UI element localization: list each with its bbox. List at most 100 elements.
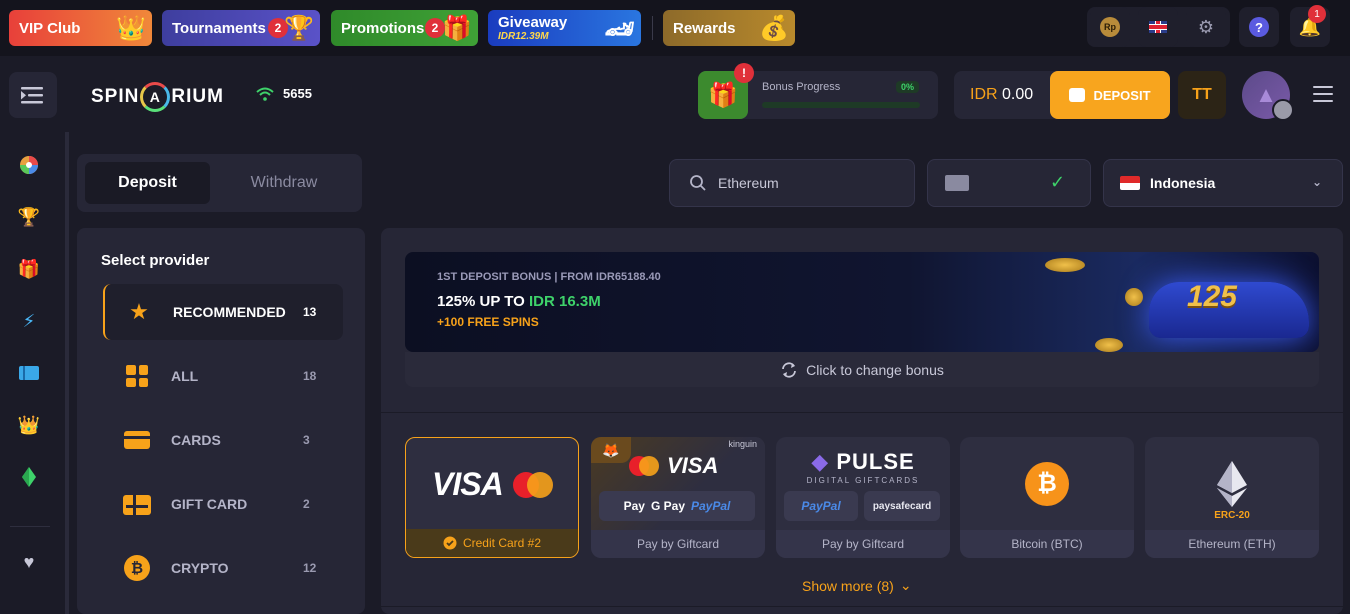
provider-all[interactable]: ALL 18: [103, 348, 343, 404]
currency-button[interactable]: Rp: [1090, 7, 1130, 47]
notifications-button[interactable]: 🔔 1: [1290, 5, 1330, 47]
heart-icon: ♥: [23, 551, 35, 572]
provider-title: Select provider: [101, 252, 210, 269]
promotions-button[interactable]: Promotions 2 🎁: [331, 10, 478, 46]
country-name: Indonesia: [1150, 175, 1216, 191]
notification-badge: 1: [1308, 5, 1326, 23]
grid-icon: [126, 365, 148, 387]
pulse-logo: ◆ PULSE: [811, 449, 915, 474]
language-button[interactable]: [1138, 7, 1178, 47]
bonus-subtitle: 1ST DEPOSIT BONUS | FROM IDR65188.40: [437, 271, 661, 283]
bonus-gift-tile[interactable]: 🎁 !: [698, 63, 754, 119]
alert-badge: !: [734, 63, 754, 83]
deposit-button[interactable]: DEPOSIT: [1050, 71, 1170, 119]
payment-method-giftcard-pulse[interactable]: ◆ PULSE DIGITAL GIFTCARDS PayPal paysafe…: [776, 437, 950, 558]
currency-icon: Rp: [1100, 17, 1120, 37]
gift-icon: 🎁: [708, 81, 738, 109]
gear-icon: ⚙: [1197, 16, 1215, 37]
giveaway-button[interactable]: Giveaway IDR12.39M 🏎: [488, 10, 641, 46]
site-logo[interactable]: SPIN A RIUM: [91, 82, 224, 112]
logo-text-left: SPIN: [91, 86, 140, 107]
car-icon: 🏎: [604, 16, 635, 43]
sidebar-toggle-button[interactable]: [9, 72, 57, 118]
provider-crypto[interactable]: ₿ CRYPTO 12: [103, 540, 343, 596]
help-icon: ?: [1249, 17, 1269, 37]
provider-label: RECOMMENDED: [173, 304, 286, 320]
gift-icon: 🎁: [17, 258, 41, 279]
level-badge: [1272, 99, 1294, 121]
help-button[interactable]: ?: [1239, 7, 1279, 47]
payment-search[interactable]: [669, 159, 915, 207]
payment-method-name: Pay by Giftcard: [591, 530, 765, 558]
tournaments-label: Tournaments: [172, 19, 266, 37]
responsible-gaming-button[interactable]: TT: [1178, 71, 1226, 119]
erc20-label: ERC-20: [1214, 510, 1250, 521]
lightning-icon: ⚡: [22, 310, 36, 331]
change-bonus-button[interactable]: Click to change bonus: [405, 352, 1319, 387]
balance-currency: IDR: [970, 86, 998, 103]
user-avatar[interactable]: ▲: [1242, 71, 1294, 121]
sidebar-item-crypto[interactable]: [17, 465, 41, 489]
tab-deposit[interactable]: Deposit: [85, 162, 210, 204]
bonus-progress-bar: [762, 102, 920, 108]
mastercard-logo: [512, 471, 553, 498]
visa-logo: VISA: [432, 466, 504, 502]
provider-cards[interactable]: CARDS 3: [103, 412, 343, 468]
uk-flag-icon: [1149, 21, 1167, 33]
payment-method-ethereum[interactable]: ERC-20 Ethereum (ETH): [1145, 437, 1319, 558]
gift-card-icon: [123, 495, 151, 515]
indonesia-flag-icon: [1120, 176, 1140, 190]
crown-icon: 👑: [17, 414, 41, 435]
panel-bottom-divider: [381, 606, 1343, 607]
hamburger-line: [1313, 100, 1333, 102]
giveaway-label: Giveaway: [498, 13, 568, 31]
logo-text-right: RIUM: [171, 86, 224, 107]
balance-display[interactable]: IDR 0.00: [970, 86, 1033, 104]
ticket-icon: [19, 366, 39, 380]
sidebar-item-casino[interactable]: [17, 153, 41, 177]
sidebar-item-live[interactable]: ⚡: [17, 309, 41, 333]
online-count: 5655: [283, 86, 312, 101]
ethereum-icon: [1217, 461, 1247, 507]
sidebar-item-tournaments[interactable]: 🏆: [17, 205, 41, 229]
coin-decoration: [1095, 338, 1123, 352]
main-menu-button[interactable]: [1313, 86, 1333, 102]
coin-decoration: [1045, 258, 1085, 272]
vip-club-label: VIP Club: [19, 19, 81, 37]
hamburger-line: [1313, 86, 1333, 88]
change-bonus-label: Click to change bonus: [806, 361, 944, 378]
hamburger-line: [1313, 93, 1333, 95]
sidebar-item-vip[interactable]: 👑: [17, 413, 41, 437]
settings-button[interactable]: ⚙: [1186, 7, 1226, 47]
sidebar-item-favorites[interactable]: ♥: [17, 550, 41, 574]
provider-gift-card[interactable]: GIFT CARD 2: [103, 476, 343, 532]
tournaments-button[interactable]: Tournaments 2 🏆: [162, 10, 320, 46]
vip-club-button[interactable]: VIP Club 👑: [9, 10, 152, 46]
refresh-icon: [782, 361, 797, 378]
tab-withdraw[interactable]: Withdraw: [218, 162, 350, 204]
payment-method-bitcoin[interactable]: ₿ Bitcoin (BTC): [960, 437, 1134, 558]
payment-method-name: Credit Card #2: [462, 536, 542, 550]
show-more-button[interactable]: Show more (8) ⌄: [802, 577, 912, 594]
rewards-button[interactable]: Rewards 💰: [663, 10, 795, 46]
sidebar-item-games[interactable]: [17, 361, 41, 385]
sidebar-scrollbar[interactable]: [65, 132, 69, 614]
promo-separator: [652, 16, 653, 40]
gem-icon: [22, 467, 36, 487]
payment-method-credit-card[interactable]: VISA Credit Card #2: [405, 437, 579, 558]
provider-count: 13: [303, 305, 317, 319]
country-select[interactable]: Indonesia ⌄: [1103, 159, 1343, 207]
bonus-free-spins: +100 FREE SPINS: [437, 315, 539, 329]
rewards-label: Rewards: [673, 19, 736, 37]
provider-label: CARDS: [171, 432, 221, 448]
collapse-menu-icon: [21, 87, 43, 104]
provider-recommended[interactable]: ★ RECOMMENDED 13: [103, 284, 343, 340]
payment-method-giftcard-kinguin[interactable]: 🦊 kinguin VISA Pay G Pay PayPal Pay by G…: [591, 437, 765, 558]
panel-divider: [381, 412, 1343, 413]
bonus-progress-percent: 0%: [896, 81, 920, 93]
search-input[interactable]: [718, 175, 898, 191]
card-icon: [124, 431, 150, 449]
pulse-subtitle: DIGITAL GIFTCARDS: [806, 476, 920, 485]
balance-amount: 0.00: [1002, 86, 1034, 103]
sidebar-item-promotions[interactable]: 🎁: [17, 257, 41, 281]
